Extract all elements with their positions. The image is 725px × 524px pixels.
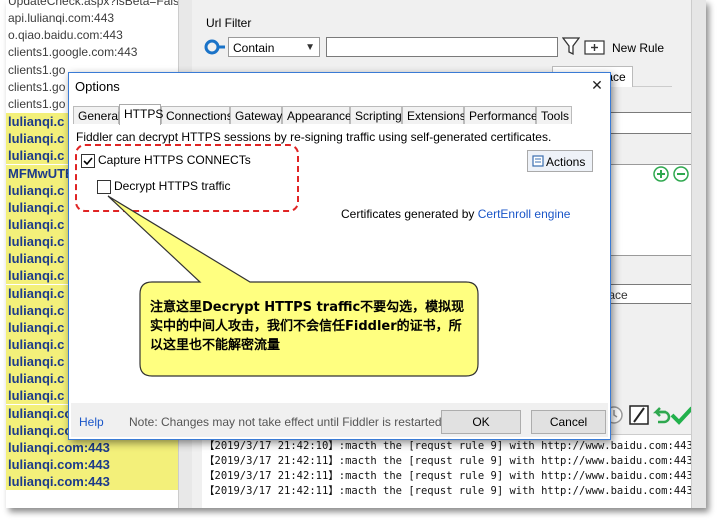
session-row[interactable]: lulianqi.com:443 [6, 473, 178, 491]
match-mode-value: Contain [233, 41, 275, 55]
certenroll-link[interactable]: CertEnroll engine [478, 207, 571, 221]
log-line: 【2019/3/17 21:42:11】:macth the [requst r… [204, 470, 693, 482]
right-scrollbar[interactable] [691, 0, 706, 508]
checkmark-icon[interactable] [670, 406, 694, 425]
actions-button[interactable]: Actions [527, 150, 593, 172]
log-line: 【2019/3/17 21:42:10】:macth the [requst r… [204, 440, 693, 452]
decrypt-https-label: Decrypt HTTPS traffic [114, 179, 231, 193]
url-filter-input[interactable] [326, 37, 558, 57]
https-description: Fiddler can decrypt HTTPS sessions by re… [76, 130, 552, 144]
certificates-note: Certificates generated by CertEnroll eng… [341, 207, 570, 221]
log-line: 【2019/3/17 21:42:11】:macth the [requst r… [204, 485, 693, 497]
session-row[interactable]: clients1.go [8, 79, 65, 96]
rule-action-icons [605, 405, 694, 425]
tab-general[interactable]: General [73, 106, 121, 124]
log-output: 【2019/3/17 21:42:10】:macth the [requst r… [202, 434, 693, 508]
tab-connections[interactable]: Connections [161, 106, 233, 124]
certificates-prefix: Certificates generated by [341, 207, 478, 221]
tab-extensions[interactable]: Extensions [402, 106, 466, 124]
options-dialog: Options ✕ General HTTPS Connections Gateway… [68, 72, 611, 440]
close-icon[interactable]: ✕ [586, 75, 608, 97]
certificate-icon [532, 155, 544, 167]
session-row[interactable]: clients1.go [8, 62, 65, 79]
tab-performance[interactable]: Performance [464, 106, 538, 124]
chevron-down-icon: ▼ [305, 42, 315, 53]
capture-https-checkbox[interactable] [81, 154, 95, 168]
checkmark-icon [83, 157, 93, 166]
screenshot-frame: UpdateCheck.aspx?isBeta=False api.lulianq… [6, 0, 706, 508]
dialog-title: Options [75, 79, 120, 94]
tab-tools[interactable]: Tools [536, 106, 572, 124]
decrypt-https-checkbox[interactable] [97, 180, 111, 194]
ok-button[interactable]: OK [441, 410, 521, 434]
session-row[interactable]: lulianqi.com:443 [6, 456, 178, 474]
undo-icon[interactable] [652, 407, 671, 424]
remove-icon[interactable] [673, 166, 689, 182]
restart-note: Note: Changes may not take effect until … [129, 415, 445, 429]
dialog-footer: Help Note: Changes may not take effect u… [71, 403, 608, 437]
actions-label: Actions [546, 155, 586, 169]
session-row[interactable]: clients1.google.com:443 [8, 44, 137, 61]
session-row[interactable]: lulianqi.com:443 [6, 438, 178, 456]
cancel-button[interactable]: Cancel [531, 410, 606, 434]
session-row[interactable]: clients1.go [8, 96, 65, 113]
callout-text: 注意这里Decrypt HTTPS traffic不要勾选，模拟现实中的中间人攻… [150, 300, 465, 353]
capture-https-label: Capture HTTPS CONNECTs [98, 153, 251, 167]
https-tab-panel: Fiddler can decrypt HTTPS sessions by re… [71, 124, 608, 399]
tab-appearance[interactable]: Appearance [282, 106, 352, 124]
filter-toggle-icon[interactable] [204, 38, 226, 56]
new-rule-button[interactable]: New Rule [612, 41, 664, 55]
session-row[interactable]: api.lulianqi.com:443 [8, 10, 114, 27]
log-line: 【2019/3/17 21:42:11】:macth the [requst r… [204, 455, 693, 467]
match-mode-select[interactable]: Contain ▼ [228, 37, 320, 57]
help-link[interactable]: Help [79, 415, 104, 429]
tab-scripting[interactable]: Scripting [350, 106, 402, 124]
url-filter-label: Url Filter [206, 16, 252, 30]
tab-gateway[interactable]: Gateway [230, 106, 282, 124]
edit-icon[interactable] [629, 405, 649, 425]
new-rule-icon[interactable] [584, 38, 606, 56]
options-tabs: General HTTPS Connections Gateway Appearance… [71, 104, 608, 125]
add-icon[interactable] [653, 166, 669, 182]
session-row[interactable]: UpdateCheck.aspx?isBeta=False [8, 0, 178, 10]
tab-https[interactable]: HTTPS [119, 104, 163, 125]
session-row[interactable]: o.qiao.baidu.com:443 [8, 27, 123, 44]
funnel-icon[interactable] [562, 36, 580, 56]
